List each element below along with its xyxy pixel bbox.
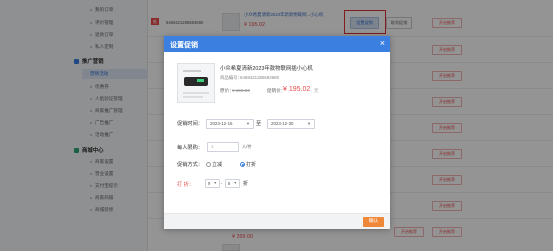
decimal-point: .: [221, 180, 223, 186]
chevron-down-icon: ▼: [213, 181, 217, 185]
method-radio-reduce[interactable]: 立减: [206, 161, 222, 168]
date-range-separator: 至: [256, 121, 262, 127]
promotion-dialog: 设置促销 × 小众希夏清新2023年款物联网插小心机 商品编号： 6469421…: [164, 36, 390, 229]
product-name: 小众希夏清新2023年款物联网插小心机: [220, 66, 313, 72]
purchase-limit-label: 每人限购：: [177, 145, 203, 151]
discount-unit: 折: [243, 181, 249, 187]
radio-selected-icon: [240, 162, 245, 168]
close-icon[interactable]: ×: [380, 38, 385, 48]
dialog-title: 设置促销: [170, 42, 198, 49]
method-radio-discount[interactable]: 打折: [240, 161, 256, 168]
discount-decimal-select[interactable]: 8 ▼: [225, 179, 240, 188]
start-date-picker[interactable]: 2023-12-15 ▼: [206, 119, 254, 129]
confirm-button[interactable]: 确认: [363, 217, 384, 227]
product-code-label: 商品编号：: [220, 75, 242, 80]
chevron-down-icon: ▼: [233, 181, 237, 185]
chevron-down-icon: ▼: [307, 121, 311, 126]
dialog-footer: 确认: [164, 213, 390, 229]
radio-icon: [206, 162, 211, 168]
chevron-down-icon: ▼: [246, 121, 250, 126]
purchase-limit-unit: 人/件: [242, 144, 252, 149]
purchase-limit-input[interactable]: 1: [207, 142, 239, 152]
discount-integer-select[interactable]: 9 ▼: [205, 179, 220, 188]
promo-time-label: 促销时间：: [177, 121, 203, 127]
product-image: [177, 63, 215, 103]
promo-method-label: 促销方式：: [177, 162, 203, 168]
dialog-header: 设置促销 ×: [164, 36, 390, 52]
end-date-picker[interactable]: 2023-12-30 ▼: [267, 119, 315, 129]
product-code: 6469421286583680: [240, 75, 280, 80]
discount-label: 打 折：: [177, 182, 195, 188]
promo-price-unit: 元: [314, 88, 319, 93]
promo-price: ¥ 195.02: [283, 86, 311, 93]
original-price: ¥ 199.00: [232, 88, 250, 93]
